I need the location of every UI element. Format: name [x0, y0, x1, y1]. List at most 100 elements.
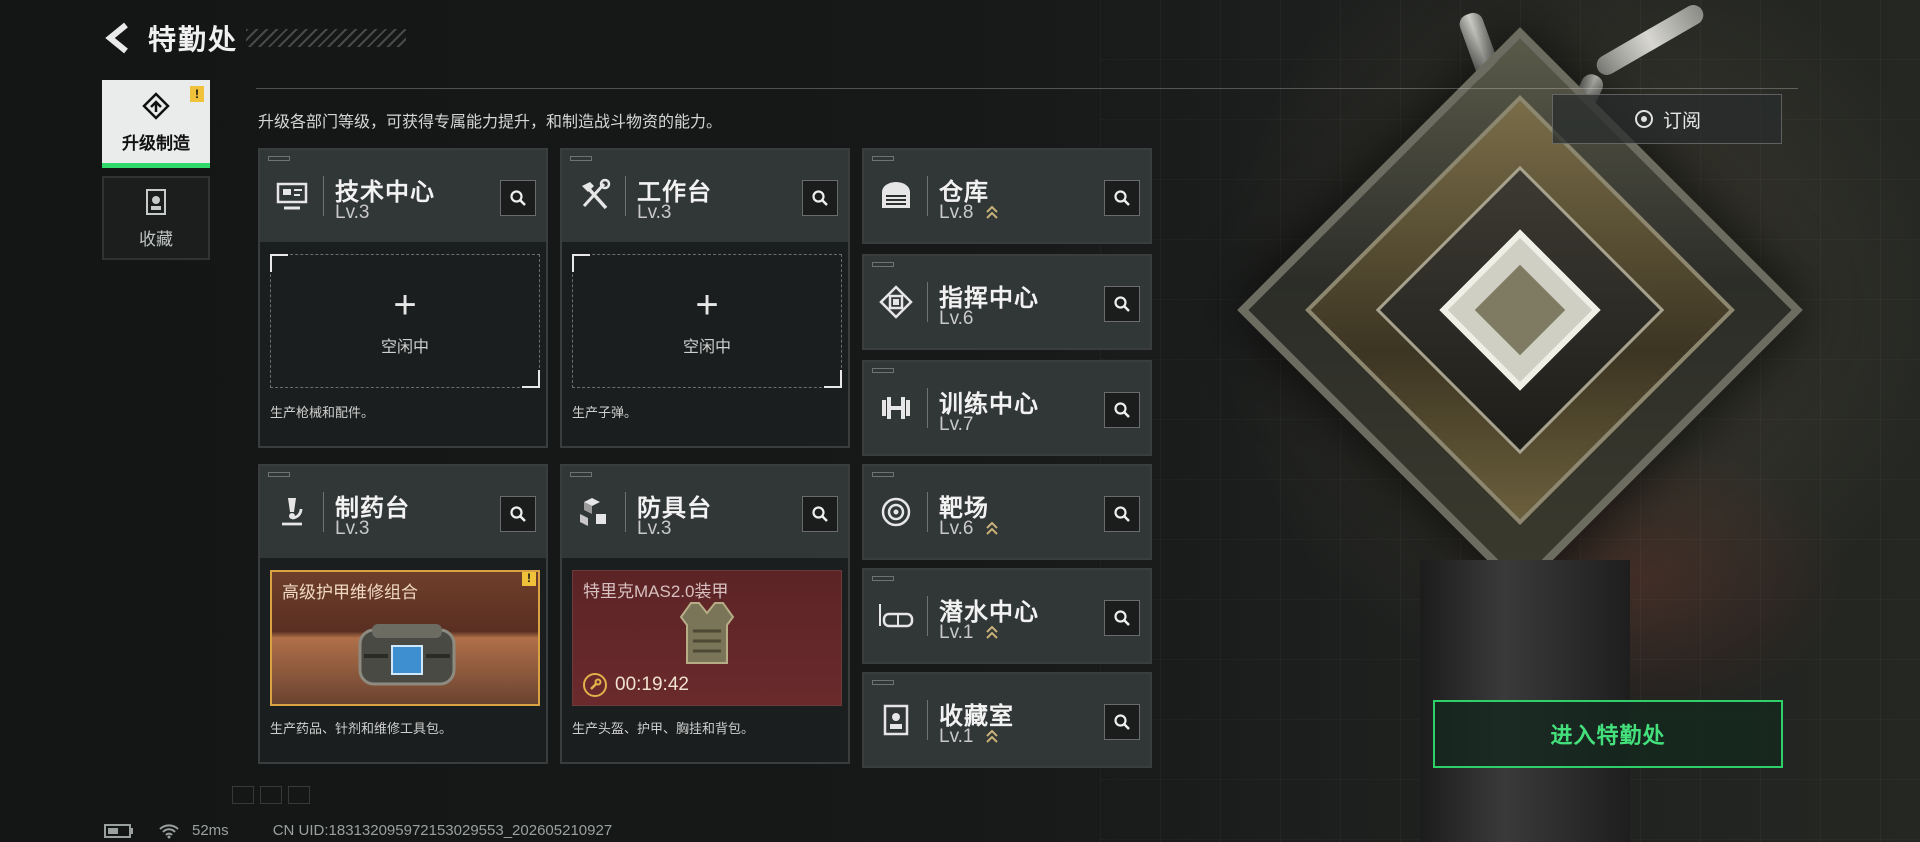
card-tag — [872, 156, 894, 161]
department-card-collection-room[interactable]: 收藏室 Lv.1 — [862, 672, 1152, 768]
inspect-button[interactable] — [802, 180, 838, 216]
idle-status: 空闲中 — [682, 339, 731, 356]
search-icon — [1114, 402, 1130, 418]
card-tag — [570, 156, 592, 161]
microscope-icon — [272, 492, 312, 532]
section-divider — [256, 88, 1798, 89]
card-header[interactable]: 制药台 Lv.3 — [260, 466, 546, 558]
department-level: Lv.1 — [939, 622, 974, 643]
enter-hideout-button[interactable]: 进入特勤处 — [1433, 700, 1783, 768]
idle-production-slot[interactable]: + 空闲中 — [572, 254, 842, 388]
inspect-button[interactable] — [500, 496, 536, 532]
card-tag — [872, 576, 894, 581]
header: 特勤处 — [100, 18, 407, 58]
idle-production-slot[interactable]: + 空闲中 — [270, 254, 540, 388]
inspect-button[interactable] — [1104, 286, 1140, 322]
body-armor-icon — [679, 602, 735, 664]
collection-icon — [146, 188, 166, 215]
search-icon — [1114, 610, 1130, 626]
department-description: 生产头盔、护甲、胸挂和背包。 — [572, 721, 755, 736]
back-arrow-icon — [105, 22, 128, 54]
department-level: Lv.7 — [939, 414, 974, 435]
department-description: 生产药品、针剂和维修工具包。 — [270, 721, 453, 736]
card-header: 仓库 Lv.8 — [864, 150, 1150, 242]
card-tag — [268, 472, 290, 477]
department-card-warehouse[interactable]: 仓库 Lv.8 — [862, 148, 1152, 244]
inspect-button[interactable] — [802, 496, 838, 532]
card-header: 训练中心 Lv.7 — [864, 362, 1150, 454]
search-icon — [812, 190, 828, 206]
idle-status: 空闲中 — [380, 339, 429, 356]
department-card-training-center[interactable]: 训练中心 Lv.7 — [862, 360, 1152, 456]
card-header: 收藏室 Lv.1 — [864, 674, 1150, 766]
battery-icon — [104, 823, 133, 838]
department-card-shooting-range[interactable]: 靶场 Lv.6 — [862, 464, 1152, 560]
department-level-row: Lv.1 — [939, 726, 999, 748]
card-divider — [927, 596, 928, 636]
repair-kit-bag-icon — [358, 624, 456, 686]
product-slot[interactable]: 高级护甲维修组合 ! — [270, 570, 540, 706]
card-header[interactable]: 工作台 Lv.3 — [562, 150, 848, 242]
subscribe-button[interactable]: 订阅 — [1552, 94, 1782, 144]
search-icon — [510, 506, 526, 522]
department-level-row: Lv.1 — [939, 622, 999, 644]
product-slot[interactable]: 特里克MAS2.0装甲 00:19:42 — [572, 570, 842, 706]
inspect-button[interactable] — [1104, 392, 1140, 428]
department-card-command-center[interactable]: 指挥中心 Lv.6 — [862, 254, 1152, 350]
department-level: Lv.3 — [637, 518, 672, 539]
department-level: Lv.3 — [335, 518, 370, 539]
nav-collection-label: 收藏 — [139, 229, 173, 249]
department-description: 生产子弹。 — [572, 405, 638, 420]
inspect-button[interactable] — [1104, 180, 1140, 216]
inspect-button[interactable] — [500, 180, 536, 216]
chip-icon — [876, 282, 916, 322]
card-header[interactable]: 防具台 Lv.3 — [562, 466, 848, 558]
nav-upgrade-craft[interactable]: 升级制造 ! — [102, 80, 210, 168]
wrench-timer-icon — [583, 673, 607, 697]
department-level-row: Lv.8 — [939, 202, 999, 224]
search-icon — [1114, 506, 1130, 522]
card-tag — [872, 368, 894, 373]
card-tag — [872, 680, 894, 685]
department-card-armor-bench: 防具台 Lv.3 特里克MAS2.0装甲 00:19:42 生产头盔、护甲、胸挂… — [560, 464, 850, 764]
target-icon — [876, 492, 916, 532]
card-divider — [625, 492, 626, 532]
user-uid: CN UID:18313209597215302955​3_2026052109… — [272, 822, 613, 839]
department-description: 生产枪械和配件。 — [270, 405, 375, 420]
card-tag — [268, 156, 290, 161]
hammer-wrench-icon — [574, 176, 614, 216]
warehouse-icon — [876, 176, 916, 216]
search-icon — [510, 190, 526, 206]
inspect-button[interactable] — [1104, 704, 1140, 740]
department-level: Lv.8 — [939, 202, 974, 223]
card-divider — [625, 176, 626, 216]
subscribe-label: 订阅 — [1662, 110, 1701, 132]
inspect-button[interactable] — [1104, 496, 1140, 532]
timer-value: 00:19:42 — [615, 674, 689, 695]
department-card-workbench: 工作台 Lv.3 + 空闲中 生产子弹。 — [560, 148, 850, 448]
bottom-decoration — [232, 786, 310, 804]
department-level: Lv.3 — [637, 202, 672, 223]
card-header: 潜水中心 Lv.1 — [864, 570, 1150, 662]
card-header[interactable]: 技术中心 Lv.3 — [260, 150, 546, 242]
card-divider — [927, 492, 928, 532]
department-level: Lv.6 — [939, 308, 974, 329]
department-card-diving-center[interactable]: 潜水中心 Lv.1 — [862, 568, 1152, 664]
card-header: 指挥中心 Lv.6 — [864, 256, 1150, 348]
card-divider — [323, 176, 324, 216]
back-button[interactable] — [100, 19, 138, 57]
add-icon: + — [393, 283, 417, 327]
add-icon: + — [695, 283, 719, 327]
trophy-room-icon — [876, 700, 916, 740]
nav-collection[interactable]: 收藏 — [102, 176, 210, 260]
inspect-button[interactable] — [1104, 600, 1140, 636]
nav-upgrade-craft-label: 升级制造 — [122, 133, 190, 153]
department-card-tech-center: 技术中心 Lv.3 + 空闲中 生产枪械和配件。 — [258, 148, 548, 448]
department-level: Lv.1 — [939, 726, 974, 747]
subscribe-icon — [1634, 110, 1653, 128]
card-divider — [927, 176, 928, 216]
title-decoration — [246, 29, 407, 47]
card-tag — [570, 472, 592, 477]
department-level: Lv.6 — [939, 518, 974, 539]
dumbbell-icon — [876, 388, 916, 428]
